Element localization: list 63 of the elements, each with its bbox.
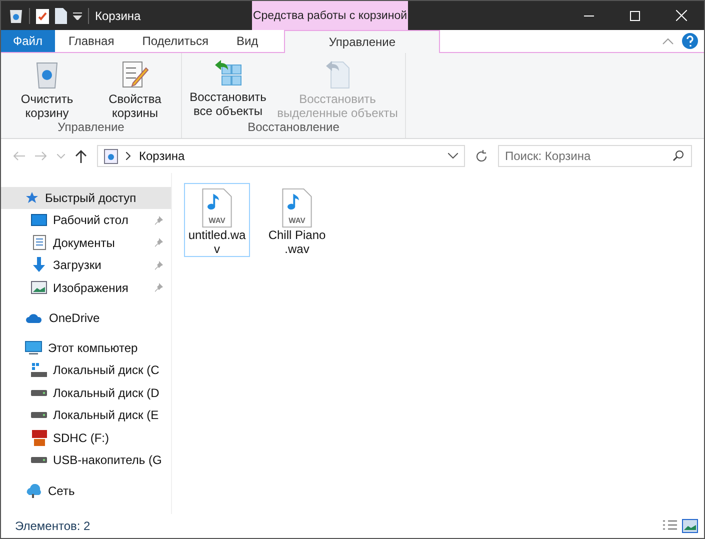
- recycle-bin-icon: [104, 148, 118, 164]
- nav-item[interactable]: Загрузки: [1, 254, 171, 276]
- down-arrow-icon: [32, 257, 46, 274]
- star-icon: [25, 191, 39, 205]
- audio-file-icon: WAV: [280, 188, 314, 228]
- nav-item[interactable]: Локальный диск (D: [1, 382, 171, 404]
- window-title: Корзина: [95, 8, 141, 22]
- collapse-icon[interactable]: [662, 37, 674, 45]
- checklist-pencil-icon: [121, 59, 149, 89]
- search-icon: [673, 150, 684, 161]
- ribbon-tab[interactable]: Главная: [54, 30, 128, 52]
- cloud-icon: [25, 312, 43, 324]
- chevron-down-icon[interactable]: [448, 153, 458, 159]
- ribbon-tab[interactable]: Управление: [284, 30, 440, 53]
- drive-icon: [31, 412, 47, 418]
- document-icon: [32, 235, 46, 250]
- recycle-bin-icon: [9, 8, 23, 24]
- nav-item[interactable]: Этот компьютер: [1, 337, 171, 359]
- large-icons-view-icon[interactable]: [682, 519, 698, 533]
- up-arrow-icon[interactable]: [75, 150, 87, 162]
- monitor-icon: [25, 341, 42, 355]
- page-icon[interactable]: [55, 8, 67, 24]
- network-icon: [25, 484, 42, 498]
- file-item[interactable]: WAV Chill Piano .wav: [264, 183, 330, 257]
- ribbon-tab[interactable]: Вид: [222, 30, 272, 52]
- nav-item[interactable]: USB-накопитель (G: [1, 449, 171, 472]
- file-item[interactable]: WAV untitled.wa v: [184, 183, 250, 257]
- ribbon-tab[interactable]: Файл: [1, 30, 55, 52]
- drive-icon: [31, 390, 47, 396]
- ribbon-button[interactable]: Очистить корзину: [4, 55, 90, 120]
- ribbon-tab[interactable]: Поделиться: [128, 30, 222, 52]
- image-icon: [31, 281, 47, 294]
- checklist-icon[interactable]: [36, 8, 49, 24]
- context-tab-group: Средства работы с корзиной: [252, 1, 408, 30]
- group-label: Управление: [58, 120, 124, 136]
- nav-item[interactable]: Рабочий стол: [1, 209, 171, 232]
- audio-file-icon: WAV: [200, 188, 234, 228]
- refresh-icon[interactable]: [475, 150, 488, 162]
- system-drive-icon: [31, 363, 47, 378]
- nav-item[interactable]: Локальный диск (E: [1, 404, 171, 426]
- sd-card-icon: [32, 430, 46, 446]
- nav-item[interactable]: Документы: [1, 232, 171, 254]
- address-bar[interactable]: Корзина: [97, 145, 465, 167]
- help-icon[interactable]: [682, 33, 698, 49]
- drive-icon: [31, 457, 47, 464]
- nav-item[interactable]: Сеть: [1, 480, 171, 502]
- maximize-icon: [630, 10, 640, 20]
- ribbon-button[interactable]: Восстановить все объекты: [185, 55, 271, 120]
- item-count: Элементов: 2: [15, 519, 90, 533]
- nav-item[interactable]: OneDrive: [1, 307, 171, 329]
- dropdown-icon[interactable]: [73, 12, 82, 20]
- nav-item[interactable]: Изображения: [1, 276, 171, 299]
- nav-item[interactable]: Локальный диск (C: [1, 359, 171, 382]
- group-label: Восстановление: [248, 120, 340, 136]
- restore-all-icon: [214, 59, 242, 87]
- nav-item[interactable]: SDHC (F:): [1, 426, 171, 449]
- nav-item[interactable]: Быстрый доступ: [1, 187, 171, 209]
- restore-selected-icon: [324, 59, 350, 89]
- ribbon-button[interactable]: Свойства корзины: [92, 55, 178, 120]
- desktop-icon: [31, 214, 47, 227]
- search-field[interactable]: Поиск: Корзина: [498, 145, 692, 167]
- close-icon: [676, 10, 686, 21]
- chevron-right-icon: [126, 152, 131, 160]
